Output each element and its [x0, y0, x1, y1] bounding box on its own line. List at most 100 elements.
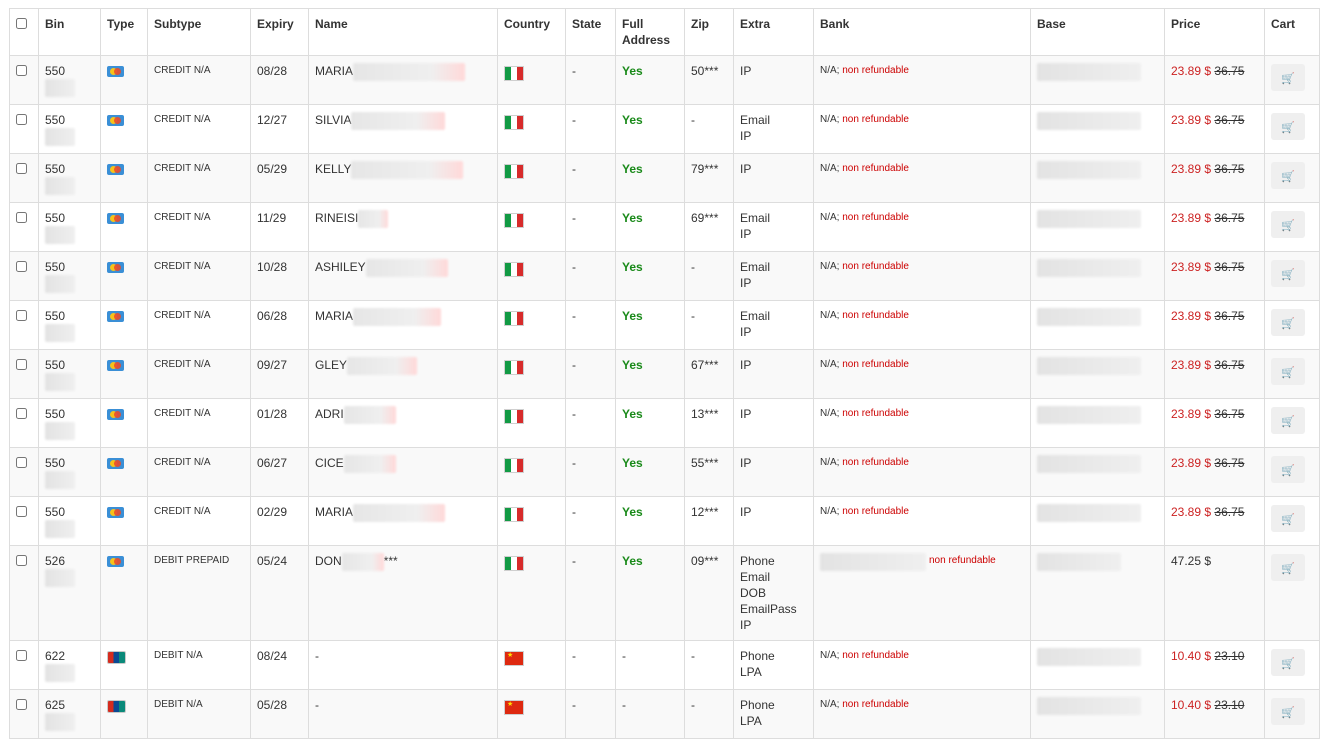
add-to-cart-button[interactable]: 🛒 [1271, 456, 1305, 483]
bank-cell: N/A; non refundable [813, 447, 1031, 497]
row-checkbox[interactable] [16, 555, 27, 566]
price-cell: 10.40 $ 23.10 [1164, 640, 1265, 690]
table-row: 550 CREDIT N/A 02/29 MARIA - Yes 12*** IP N/A; n… [9, 496, 1320, 546]
row-checkbox[interactable] [16, 408, 27, 419]
expiry-text: 08/24 [257, 649, 288, 663]
expiry-cell: 01/28 [250, 398, 309, 448]
header-price[interactable]: Price [1164, 8, 1265, 56]
price-cell: 23.89 $ 36.75 [1164, 153, 1265, 203]
header-base[interactable]: Base [1030, 8, 1165, 56]
bin-prefix: 550 [45, 505, 66, 519]
header-subtype[interactable]: Subtype [147, 8, 251, 56]
subtype-cell: CREDIT N/A [147, 251, 251, 301]
state-cell: - [565, 398, 616, 448]
header-zip[interactable]: Zip [684, 8, 734, 56]
name-redacted [341, 553, 384, 571]
header-state[interactable]: State [565, 8, 616, 56]
select-cell [9, 447, 39, 497]
base-cell [1030, 251, 1165, 301]
type-cell [100, 398, 148, 448]
extra-item: DOB [740, 586, 767, 600]
zip-text: 12*** [691, 505, 719, 519]
bin-prefix: 550 [45, 64, 66, 78]
row-checkbox[interactable] [16, 457, 27, 468]
bin-cell: 550 [38, 496, 101, 546]
bin-prefix: 550 [45, 162, 66, 176]
select-cell [9, 153, 39, 203]
bank-cell: N/A; non refundable [813, 640, 1031, 690]
extra-item: Email [740, 260, 771, 274]
header-full-address[interactable]: Full Address [615, 8, 685, 56]
header-type[interactable]: Type [100, 8, 148, 56]
zip-text: 55*** [691, 456, 719, 470]
type-cell [100, 55, 148, 105]
subtype-text: CREDIT N/A [154, 408, 211, 419]
name-text: DON [315, 554, 342, 568]
extra-item: IP [740, 505, 752, 519]
bin-prefix: 550 [45, 358, 66, 372]
mastercard-icon [107, 360, 124, 371]
add-to-cart-button[interactable]: 🛒 [1271, 649, 1305, 676]
expiry-cell: 02/29 [250, 496, 309, 546]
full-address-cell: Yes [615, 447, 685, 497]
add-to-cart-button[interactable]: 🛒 [1271, 407, 1305, 434]
expiry-cell: 08/24 [250, 640, 309, 690]
country-cell [497, 153, 566, 203]
select-all-checkbox[interactable] [16, 18, 27, 29]
state-text: - [572, 113, 576, 127]
zip-cell: 67*** [684, 349, 734, 399]
add-to-cart-button[interactable]: 🛒 [1271, 309, 1305, 336]
row-checkbox[interactable] [16, 212, 27, 223]
price-text: 23.89 $ [1171, 358, 1212, 372]
row-checkbox[interactable] [16, 650, 27, 661]
header-extra[interactable]: Extra [733, 8, 814, 56]
add-to-cart-button[interactable]: 🛒 [1271, 113, 1305, 140]
bin-redacted [45, 373, 75, 391]
row-checkbox[interactable] [16, 65, 27, 76]
extra-cell: IP [733, 55, 814, 105]
extra-item: Email [740, 570, 771, 584]
base-redacted [1037, 161, 1141, 179]
name-redacted [353, 504, 446, 522]
row-checkbox[interactable] [16, 310, 27, 321]
add-to-cart-button[interactable]: 🛒 [1271, 64, 1305, 91]
header-country[interactable]: Country [497, 8, 566, 56]
add-to-cart-button[interactable]: 🛒 [1271, 358, 1305, 385]
zip-text: - [691, 698, 695, 712]
bank-cell: N/A; non refundable [813, 104, 1031, 154]
subtype-cell: CREDIT N/A [147, 496, 251, 546]
bin-redacted [45, 79, 75, 97]
table-row: 550 CREDIT N/A 09/27 GLEY - Yes 67*** IP N/A; no… [9, 349, 1320, 399]
row-checkbox[interactable] [16, 359, 27, 370]
header-expiry[interactable]: Expiry [250, 8, 309, 56]
header-bin[interactable]: Bin [38, 8, 101, 56]
row-checkbox[interactable] [16, 261, 27, 272]
full-address-text: Yes [622, 554, 643, 568]
bin-redacted [45, 128, 75, 146]
zip-cell: - [684, 251, 734, 301]
add-to-cart-button[interactable]: 🛒 [1271, 260, 1305, 287]
name-redacted [365, 259, 448, 277]
header-bank[interactable]: Bank [813, 8, 1031, 56]
expiry-cell: 12/27 [250, 104, 309, 154]
add-to-cart-button[interactable]: 🛒 [1271, 554, 1305, 581]
subtype-cell: DEBIT N/A [147, 689, 251, 739]
table-row: 622 DEBIT N/A 08/24 - - - - Phone LPA N/A; non re… [9, 640, 1320, 690]
select-cell [9, 689, 39, 739]
cart-cell: 🛒 [1264, 104, 1320, 154]
add-to-cart-button[interactable]: 🛒 [1271, 505, 1305, 532]
full-address-text: - [622, 698, 626, 712]
add-to-cart-button[interactable]: 🛒 [1271, 698, 1305, 725]
add-to-cart-button[interactable]: 🛒 [1271, 162, 1305, 189]
extra-item: EmailPass [740, 602, 797, 616]
bank-cell: N/A; non refundable [813, 689, 1031, 739]
add-to-cart-button[interactable]: 🛒 [1271, 211, 1305, 238]
bin-cell: 622 [38, 640, 101, 690]
row-checkbox[interactable] [16, 506, 27, 517]
header-name[interactable]: Name [308, 8, 498, 56]
row-checkbox[interactable] [16, 163, 27, 174]
base-redacted [1037, 504, 1141, 522]
extra-cell: Email IP [733, 104, 814, 154]
row-checkbox[interactable] [16, 699, 27, 710]
row-checkbox[interactable] [16, 114, 27, 125]
